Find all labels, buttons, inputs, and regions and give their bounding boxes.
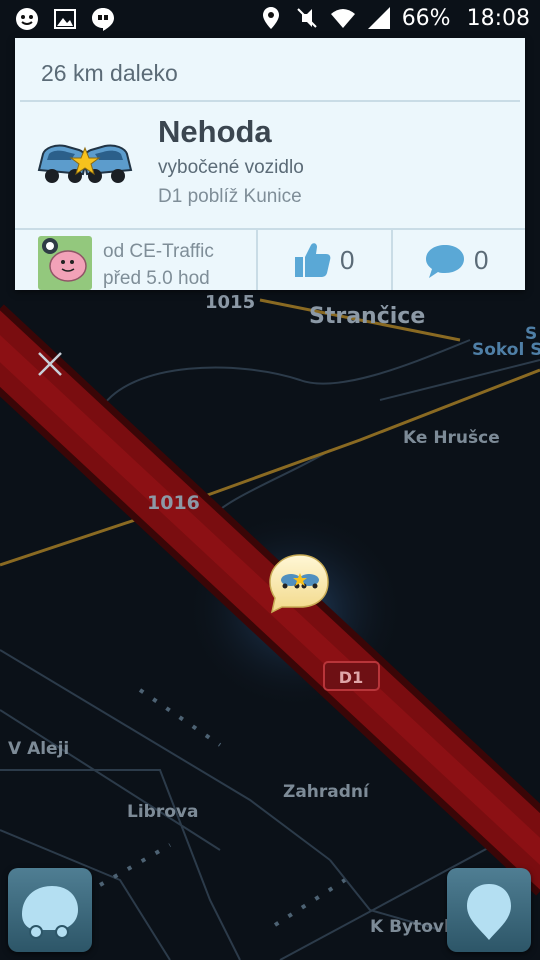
- close-icon[interactable]: [36, 350, 64, 378]
- d1-road-shield: D1: [323, 661, 380, 691]
- location-icon: [262, 7, 279, 29]
- map-label-strancice: Strančice: [309, 304, 425, 329]
- divider: [20, 100, 520, 102]
- thumbs-up-button[interactable]: 0: [257, 230, 391, 290]
- image-notification-icon: [54, 9, 76, 29]
- smiley-notification-icon: [16, 8, 38, 30]
- hangouts-notification-icon: [92, 8, 114, 31]
- map-label-1016: 1016: [147, 492, 200, 514]
- alert-card[interactable]: 26 km daleko Nehoda vybočené vozidlo D1 …: [15, 38, 525, 290]
- waze-menu-icon: [22, 886, 78, 939]
- svg-text:D1: D1: [339, 668, 363, 687]
- map-label-zahradni: Zahradní: [283, 782, 370, 802]
- alert-distance: 26 km daleko: [41, 60, 178, 86]
- car-crash-icon: [37, 144, 133, 183]
- waze-menu-button[interactable]: [8, 868, 92, 952]
- map-label-librova: Librova: [127, 802, 198, 822]
- reporter-avatar[interactable]: [38, 236, 92, 290]
- report-button[interactable]: [447, 868, 531, 952]
- wifi-icon: [330, 9, 355, 28]
- wazer-avatar-icon: [42, 238, 87, 282]
- report-pin-icon: [467, 884, 511, 940]
- report-time: před 5.0 hod: [103, 268, 210, 289]
- comment-icon: [426, 245, 464, 278]
- comments-count: 0: [474, 245, 489, 275]
- map-label-1015: 1015: [205, 292, 255, 313]
- map-label-ke-hrusce: Ke Hrušce: [403, 428, 500, 448]
- map-label-v-aleji: V Aleji: [8, 739, 69, 759]
- reporter-source: od CE-Traffic: [103, 241, 214, 262]
- thumbs-up-icon: [295, 243, 331, 277]
- mute-icon: [296, 8, 317, 28]
- alert-subtitle: vybočené vozidlo: [158, 157, 304, 178]
- comment-button[interactable]: 0: [393, 230, 525, 290]
- alert-location: D1 poblíž Kunice: [158, 186, 302, 207]
- map-label-k-bytovk: K Bytovk: [370, 917, 456, 937]
- alert-title: Nehoda: [158, 114, 272, 149]
- battery-percent: 66%: [401, 5, 451, 31]
- signal-icon: [367, 7, 390, 29]
- status-bar: 66% 18:08: [0, 0, 540, 38]
- clock: 18:08: [466, 5, 530, 31]
- thumbs-up-count: 0: [340, 245, 355, 275]
- map-label-s: S: [525, 324, 537, 344]
